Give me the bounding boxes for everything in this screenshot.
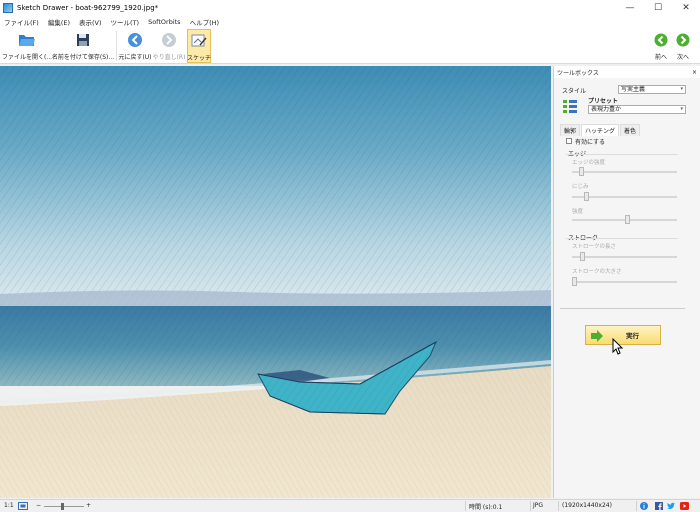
- facebook-icon[interactable]: [655, 502, 663, 510]
- status-bar: 1:1 − + 時間 (s):0.1 JPG (1920x1440x24): [0, 499, 700, 512]
- youtube-icon[interactable]: [680, 502, 689, 510]
- toolbox-header: ツールボックス ×: [554, 66, 700, 78]
- divider: [566, 154, 678, 155]
- stroke-size-slider[interactable]: [572, 281, 677, 283]
- sketch-image: [0, 66, 551, 498]
- chevron-down-icon: ▾: [680, 86, 683, 92]
- open-file-button[interactable]: ファイルを開く(...: [1, 29, 53, 63]
- arrow-left-circle-icon: [125, 31, 145, 49]
- menu-view[interactable]: 表示(V): [79, 17, 102, 27]
- fit-window-icon[interactable]: [18, 502, 28, 510]
- intensity-knob[interactable]: [625, 215, 630, 224]
- enable-checkbox[interactable]: [566, 138, 572, 144]
- preset-dropdown[interactable]: 表現力豊か ▾: [588, 105, 686, 114]
- maximize-button[interactable]: ☐: [644, 0, 672, 16]
- stroke-length-knob[interactable]: [580, 252, 585, 261]
- next-button[interactable]: 次へ: [672, 29, 694, 63]
- preset-value: 表現力豊か: [591, 106, 622, 113]
- stroke-size-label: ストロークの大きさ: [572, 269, 622, 275]
- status-divider: [530, 501, 531, 511]
- toolbar-divider: [116, 31, 117, 61]
- menu-file[interactable]: ファイル(F): [4, 17, 39, 27]
- style-label: スタイル: [562, 88, 587, 95]
- arrow-left-icon: [651, 31, 671, 49]
- processing-time: 時間 (s):0.1: [469, 504, 503, 511]
- sketch-button[interactable]: スケッチ: [187, 29, 211, 63]
- enable-label: 有効にする: [575, 139, 606, 146]
- zoom-slider-knob[interactable]: [61, 503, 64, 510]
- preset-label: プリセット: [588, 98, 619, 105]
- window-controls: — ☐ ✕: [616, 0, 700, 16]
- menu-edit[interactable]: 編集(E): [48, 17, 70, 27]
- toolbar: ファイルを開く(... 名前を付けて保存(S)... 元に戻す(U) やり直し(…: [0, 28, 700, 64]
- status-divider: [558, 501, 559, 511]
- stroke-length-slider[interactable]: [572, 256, 677, 258]
- image-canvas[interactable]: [0, 66, 551, 498]
- close-button[interactable]: ✕: [672, 0, 700, 16]
- zoom-ratio[interactable]: 1:1: [4, 502, 14, 509]
- open-file-label: ファイルを開く(...: [1, 54, 53, 61]
- divider: [560, 308, 685, 309]
- blur-knob[interactable]: [584, 192, 589, 201]
- arrow-right-icon: [673, 31, 693, 49]
- menu-bar: ファイル(F) 編集(E) 表示(V) ツール(T) SoftOrbits ヘル…: [0, 16, 700, 28]
- stroke-length-label: ストロークの長さ: [572, 244, 617, 250]
- redo-button[interactable]: やり直し(R): [153, 29, 185, 63]
- settings-tabs: 輪郭 ハッチング 着色: [560, 124, 641, 136]
- image-dimensions: (1920x1440x24): [562, 502, 612, 509]
- folder-open-icon: [17, 31, 37, 49]
- menu-tools[interactable]: ツール(T): [111, 17, 140, 27]
- preset-icon: [562, 99, 578, 113]
- divider: [566, 238, 678, 239]
- status-divider: [636, 501, 637, 511]
- status-divider: [465, 501, 466, 511]
- arrow-right-circle-icon: [159, 31, 179, 49]
- undo-button[interactable]: 元に戻す(U): [118, 29, 152, 63]
- next-label: 次へ: [676, 54, 689, 61]
- toolbox-close-button[interactable]: ×: [692, 69, 697, 76]
- zoom-slider[interactable]: [44, 506, 84, 507]
- edge-strength-knob[interactable]: [579, 167, 584, 176]
- zoom-out-icon[interactable]: −: [36, 502, 41, 509]
- tab-coloring[interactable]: 着色: [620, 124, 641, 136]
- toolbox-title: ツールボックス: [557, 69, 599, 77]
- minimize-button[interactable]: —: [616, 0, 644, 16]
- info-icon[interactable]: [640, 502, 648, 510]
- style-value: 写実主義: [621, 86, 646, 93]
- edge-strength-slider[interactable]: [572, 171, 677, 173]
- style-dropdown[interactable]: 写実主義 ▾: [618, 85, 686, 94]
- zoom-in-icon[interactable]: +: [86, 502, 91, 509]
- floppy-disk-icon: [73, 31, 93, 49]
- menu-help[interactable]: ヘルプ(H): [190, 17, 219, 27]
- sketch-icon: [189, 32, 209, 50]
- title-bar: Sketch Drawer - boat-962799_1920.jpg* — …: [0, 0, 700, 16]
- play-arrow-icon: [591, 330, 603, 342]
- chevron-down-icon: ▾: [680, 106, 683, 112]
- undo-label: 元に戻す(U): [118, 54, 152, 61]
- tab-hatching[interactable]: ハッチング: [581, 124, 620, 136]
- sketch-label: スケッチ: [187, 55, 212, 62]
- prev-label: 前へ: [654, 54, 667, 61]
- save-as-button[interactable]: 名前を付けて保存(S)...: [52, 29, 114, 63]
- redo-label: やり直し(R): [152, 54, 186, 61]
- app-icon: [3, 3, 13, 13]
- toolbox-panel: ツールボックス × スタイル 写実主義 ▾ プリセット 表現力豊か ▾ 輪郭 ハ…: [553, 66, 700, 498]
- save-as-label: 名前を付けて保存(S)...: [51, 54, 115, 61]
- run-label: 実行: [626, 332, 639, 340]
- image-format: JPG: [533, 502, 544, 509]
- app-window: Sketch Drawer - boat-962799_1920.jpg* — …: [0, 0, 700, 512]
- intensity-label: 強度: [572, 209, 584, 215]
- prev-button[interactable]: 前へ: [650, 29, 672, 63]
- twitter-icon[interactable]: [667, 502, 675, 510]
- window-title: Sketch Drawer - boat-962799_1920.jpg*: [17, 4, 159, 12]
- tab-outline[interactable]: 輪郭: [560, 124, 581, 136]
- edge-strength-label: エッジの強度: [572, 160, 606, 166]
- mouse-cursor-icon: [612, 338, 624, 355]
- blur-label: にじみ: [572, 184, 589, 190]
- stroke-size-knob[interactable]: [572, 277, 577, 286]
- menu-softorbits[interactable]: SoftOrbits: [148, 18, 180, 26]
